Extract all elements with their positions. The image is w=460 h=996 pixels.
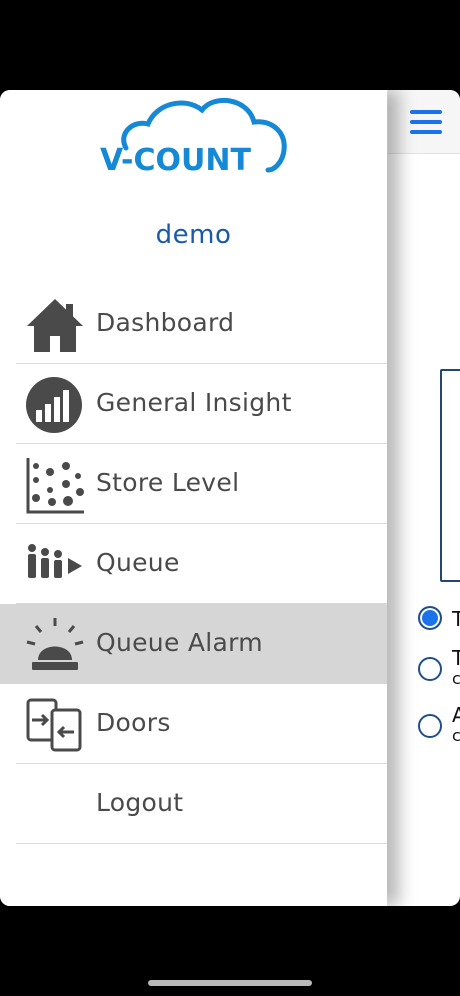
alarm-siren-icon	[24, 616, 86, 674]
app-screen: T T c A c V-COUNT demo Dashboard General…	[0, 90, 460, 906]
radio-option-sublabel: c	[452, 726, 460, 745]
scatter-plot-icon	[24, 456, 86, 514]
doors-icon	[24, 696, 86, 754]
hamburger-menu-icon[interactable]	[410, 110, 442, 134]
home-indicator[interactable]	[148, 980, 312, 986]
radio-option-label: A	[452, 703, 460, 727]
menu-item-label: Doors	[96, 708, 171, 737]
menu-item-queue[interactable]: Queue	[0, 524, 387, 604]
bar-chart-circle-icon	[24, 376, 86, 434]
radio-button[interactable]	[418, 714, 442, 738]
menu-item-logout[interactable]: Logout	[0, 764, 387, 844]
radio-option-label: T	[452, 646, 460, 670]
radio-option-label: T	[452, 607, 460, 631]
navigation-drawer: V-COUNT demo Dashboard General Insight S…	[0, 90, 387, 906]
menu-item-store-level[interactable]: Store Level	[0, 444, 387, 524]
divider	[16, 843, 387, 844]
menu-item-doors[interactable]: Doors	[0, 684, 387, 764]
radio-option-sublabel: c	[452, 669, 460, 688]
menu-item-label: Queue	[96, 548, 180, 577]
menu-item-label: Queue Alarm	[96, 628, 263, 657]
queue-people-icon	[24, 536, 86, 594]
menu-item-general-insight[interactable]: General Insight	[0, 364, 387, 444]
menu-item-label: Store Level	[96, 468, 240, 497]
vcount-logo: V-COUNT	[98, 90, 292, 180]
drawer-menu: Dashboard General Insight Store Level Qu…	[0, 284, 387, 844]
menu-item-label: General Insight	[96, 388, 292, 417]
radio-button-checked[interactable]	[418, 606, 442, 630]
user-name: demo	[155, 220, 232, 250]
home-icon	[24, 296, 86, 354]
logo-text: V-COUNT	[100, 143, 251, 178]
menu-item-queue-alarm[interactable]: Queue Alarm	[0, 604, 387, 684]
menu-item-label: Logout	[96, 788, 184, 817]
content-card	[440, 369, 460, 582]
radio-button[interactable]	[418, 657, 442, 681]
menu-item-dashboard[interactable]: Dashboard	[0, 284, 387, 364]
top-app-bar	[388, 90, 460, 154]
menu-item-label: Dashboard	[96, 308, 235, 337]
